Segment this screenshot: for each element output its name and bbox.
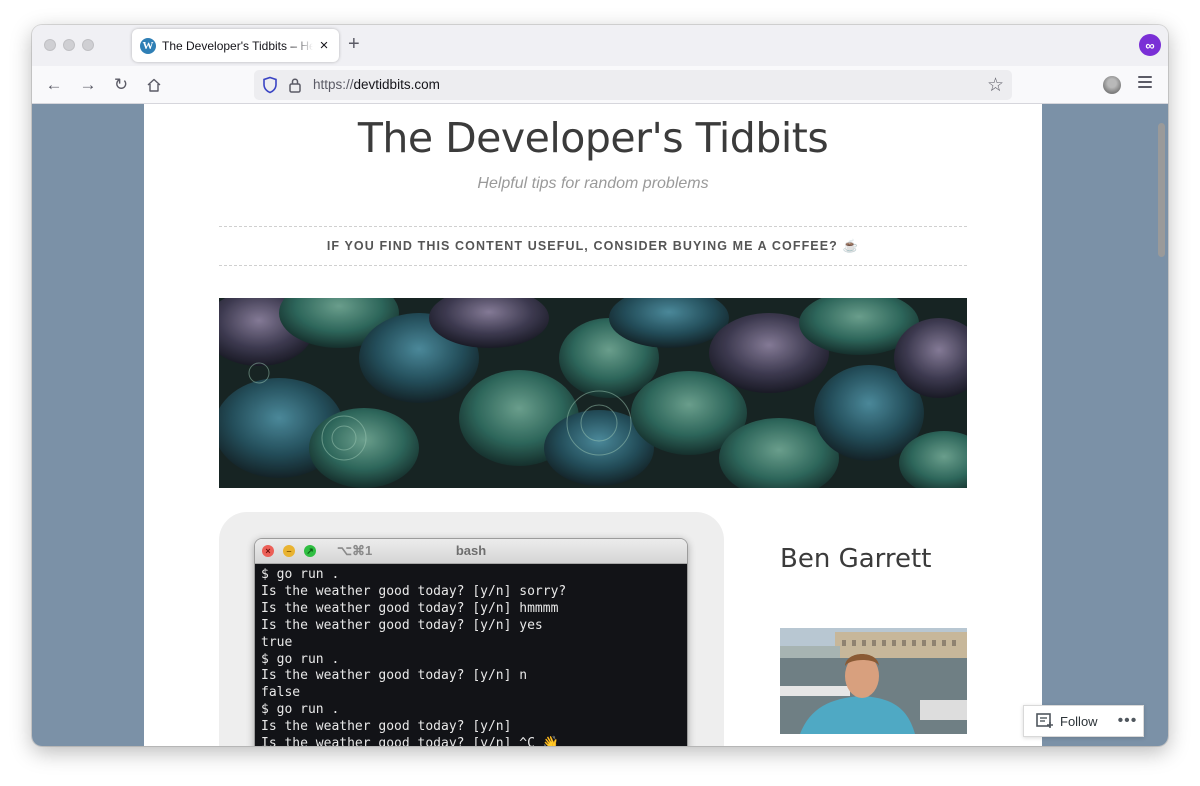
reload-button[interactable]: ↻ bbox=[111, 75, 131, 95]
home-button[interactable] bbox=[144, 75, 164, 95]
terminal-title: bash bbox=[455, 543, 487, 558]
follow-button[interactable]: Follow bbox=[1060, 714, 1098, 729]
wordpress-icon: W bbox=[140, 37, 156, 54]
succulents-illustration bbox=[219, 298, 967, 488]
new-tab-button[interactable]: + bbox=[348, 34, 360, 54]
terminal-output: $ go run . Is the weather good today? [y… bbox=[255, 564, 687, 746]
url-text[interactable]: https://devtidbits.com bbox=[313, 77, 440, 92]
forward-button[interactable]: → bbox=[78, 75, 98, 95]
reader-follow-icon bbox=[1036, 713, 1053, 728]
account-icon[interactable] bbox=[1103, 76, 1121, 94]
hamburger-menu-icon[interactable] bbox=[1138, 76, 1152, 90]
site-title[interactable]: The Developer's Tidbits bbox=[144, 114, 1042, 162]
terminal-titlebar: × – ↗ ⌥⌘1 bash bbox=[255, 539, 687, 564]
navigation-bar: ← → ↻ https://devtidbits.com ☆ bbox=[32, 66, 1168, 104]
page-content: The Developer's Tidbits Helpful tips for… bbox=[144, 104, 1042, 746]
url-host: devtidbits.com bbox=[353, 77, 440, 92]
url-scheme: https:// bbox=[313, 77, 354, 92]
tab-active[interactable]: W The Developer's Tidbits – Helpful tips… bbox=[132, 29, 339, 62]
home-icon bbox=[147, 78, 161, 92]
site-tagline: Helpful tips for random problems bbox=[477, 175, 709, 192]
follow-widget: Follow ••• bbox=[1023, 705, 1144, 737]
bookmark-star-icon[interactable]: ☆ bbox=[987, 74, 1004, 97]
page-viewport: The Developer's Tidbits Helpful tips for… bbox=[32, 104, 1168, 746]
address-bar[interactable]: https://devtidbits.com ☆ bbox=[254, 70, 1012, 100]
minimize-window-button[interactable] bbox=[63, 39, 75, 51]
header-image bbox=[219, 298, 967, 488]
infinity-icon[interactable]: ∞ bbox=[1139, 34, 1161, 56]
tab-strip: W The Developer's Tidbits – Helpful tips… bbox=[32, 25, 1168, 66]
back-button[interactable]: ← bbox=[44, 75, 64, 95]
scrollbar-thumb[interactable] bbox=[1158, 123, 1165, 257]
shield-icon[interactable] bbox=[262, 76, 278, 94]
author-name: Ben Garrett bbox=[780, 544, 932, 574]
author-portrait-image bbox=[780, 628, 967, 734]
browser-window: W The Developer's Tidbits – Helpful tips… bbox=[32, 25, 1168, 746]
coffee-link[interactable]: IF YOU FIND THIS CONTENT USEFUL, CONSIDE… bbox=[327, 239, 859, 254]
close-tab-icon[interactable]: × bbox=[317, 37, 331, 54]
author-photo bbox=[780, 628, 967, 734]
scrollbar[interactable] bbox=[1156, 109, 1166, 743]
more-options-icon[interactable]: ••• bbox=[1118, 712, 1138, 730]
tab-title: The Developer's Tidbits – Helpful tips f… bbox=[162, 38, 314, 53]
close-window-button[interactable] bbox=[44, 39, 56, 51]
zoom-window-button[interactable] bbox=[82, 39, 94, 51]
terminal-window: × – ↗ ⌥⌘1 bash $ go run . Is the weather… bbox=[254, 538, 688, 746]
coffee-banner: IF YOU FIND THIS CONTENT USEFUL, CONSIDE… bbox=[219, 226, 967, 266]
lock-icon[interactable] bbox=[288, 76, 302, 94]
